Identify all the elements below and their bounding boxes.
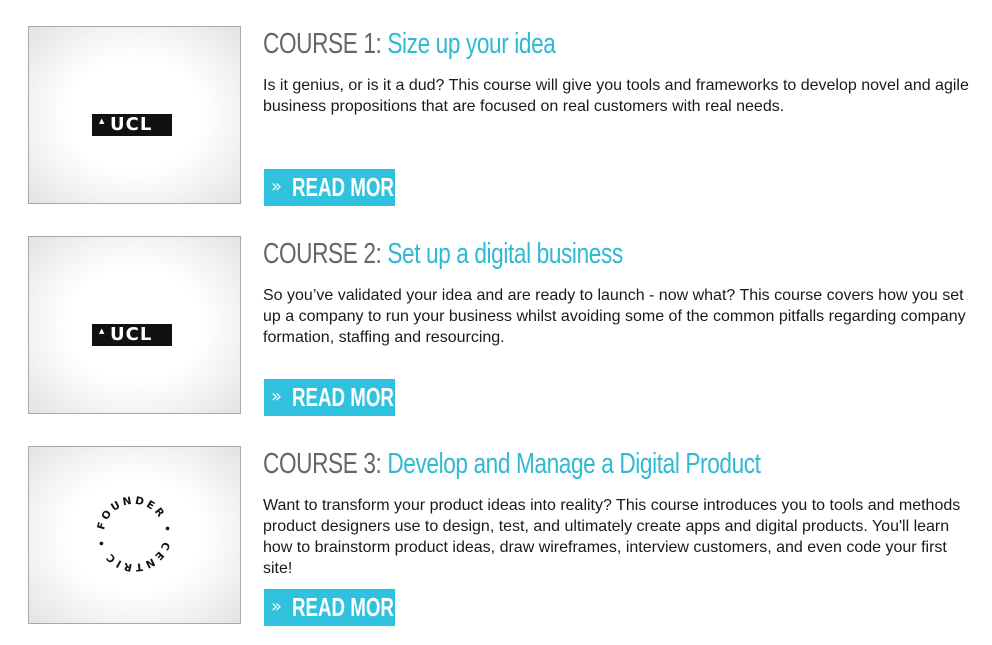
course-title[interactable]: Size up your idea: [387, 28, 556, 60]
course-title[interactable]: Develop and Manage a Digital Product: [387, 448, 761, 480]
read-more-button[interactable]: » READ MORE: [264, 589, 406, 626]
double-chevron-right-icon: »: [271, 176, 283, 197]
course-thumbnail[interactable]: ▲ UCL: [28, 236, 241, 414]
course-number: COURSE 2: [263, 238, 376, 270]
course-card-1: ▲ UCL COURSE 1: Size up your idea Is it …: [0, 26, 992, 208]
double-chevron-right-icon: »: [271, 596, 283, 617]
read-more-label: READ MORE: [292, 592, 407, 622]
course-thumbnail[interactable]: FOUNDER • CENTRIC •: [28, 446, 241, 624]
course-description: Want to transform your product ideas int…: [263, 497, 961, 577]
course-heading: COURSE 1: Size up your idea: [263, 28, 556, 60]
ucl-logo-text: UCL: [110, 324, 153, 345]
ucl-logo: ▲ UCL: [92, 114, 172, 136]
course-description: So you’ve validated your idea and are re…: [263, 287, 966, 346]
read-more-button[interactable]: » READ MORE: [264, 169, 406, 206]
double-chevron-right-icon: »: [271, 386, 283, 407]
course-title[interactable]: Set up a digital business: [387, 238, 623, 270]
ucl-logo-text: UCL: [110, 114, 153, 135]
svg-text:FOUNDER • CENTRIC •: FOUNDER • CENTRIC •: [95, 495, 173, 574]
course-number: COURSE 1: [263, 28, 376, 60]
course-heading: COURSE 3: Develop and Manage a Digital P…: [263, 448, 761, 480]
course-heading: COURSE 2: Set up a digital business: [263, 238, 623, 270]
ucl-logo: ▲ UCL: [92, 324, 172, 346]
course-description: Is it genius, or is it a dud? This cours…: [263, 77, 969, 115]
course-thumbnail[interactable]: ▲ UCL: [28, 26, 241, 204]
course-card-2: ▲ UCL COURSE 2: Set up a digital busines…: [0, 236, 992, 418]
ucl-portico-icon: ▲: [99, 327, 105, 335]
read-more-label: READ MORE: [292, 172, 407, 202]
founder-centric-logo: FOUNDER • CENTRIC •: [95, 495, 173, 574]
read-more-label: READ MORE: [292, 382, 407, 412]
ucl-portico-icon: ▲: [99, 117, 105, 125]
course-number: COURSE 3: [263, 448, 376, 480]
read-more-button[interactable]: » READ MORE: [264, 379, 406, 416]
course-card-3: FOUNDER • CENTRIC • COURSE 3: Develop an…: [0, 446, 992, 628]
